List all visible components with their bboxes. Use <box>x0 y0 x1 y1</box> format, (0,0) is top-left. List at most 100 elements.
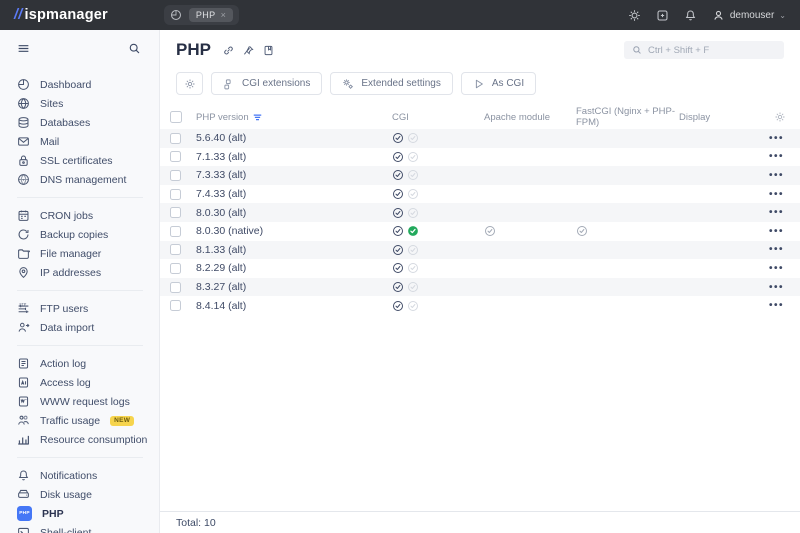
new-window-icon[interactable] <box>656 9 669 22</box>
sidebar-item-notifications[interactable]: Notifications <box>17 466 149 485</box>
sidebar-item-access-log[interactable]: Access log <box>17 373 149 392</box>
sidebar-item-ftp-users[interactable]: FTPFTP users <box>17 299 149 318</box>
user-menu[interactable]: demouser ⌄ <box>712 9 786 22</box>
fastcgi-check-icon <box>576 225 588 237</box>
select-all-checkbox[interactable] <box>170 111 182 123</box>
tab-php[interactable]: PHP × <box>189 8 233 22</box>
sidebar-item-label: FTP users <box>40 303 88 315</box>
cgi-cell <box>392 244 484 256</box>
tab-php-label: PHP <box>196 10 216 20</box>
sidebar-item-cron-jobs[interactable]: CRON jobs <box>17 206 149 225</box>
row-actions-ellipsis[interactable]: ••• <box>769 282 786 293</box>
menu-hamburger-icon[interactable] <box>17 42 30 55</box>
cgi-cell <box>392 300 484 312</box>
row-checkbox[interactable] <box>170 189 181 200</box>
row-checkbox[interactable] <box>170 207 181 218</box>
sidebar-item-label: File manager <box>40 248 101 260</box>
table-row[interactable]: 8.4.14 (alt)••• <box>160 296 800 315</box>
row-checkbox[interactable] <box>170 133 181 144</box>
sidebar-item-shell-client[interactable]: Shell-client <box>17 523 149 533</box>
sidebar-item-dns-management[interactable]: •DNS management <box>17 170 149 189</box>
extended-settings-label: Extended settings <box>361 78 441 89</box>
search-input[interactable] <box>648 45 776 56</box>
cgi-enabled-icon <box>392 188 404 200</box>
row-actions-ellipsis[interactable]: ••• <box>769 133 786 144</box>
sidebar-item-traffic-usage[interactable]: Traffic usageNEW <box>17 411 149 430</box>
notifications-icon <box>17 469 30 482</box>
table-row[interactable]: 7.4.33 (alt)••• <box>160 185 800 204</box>
traffic-icon <box>17 414 30 427</box>
sort-icon[interactable] <box>253 113 262 122</box>
sidebar-divider <box>17 290 143 291</box>
sidebar-item-action-log[interactable]: Action log <box>17 354 149 373</box>
tab-close-icon[interactable]: × <box>221 11 227 20</box>
notifications-bell-icon[interactable] <box>684 9 697 22</box>
sidebar-item-disk-usage[interactable]: Disk usage <box>17 485 149 504</box>
table-row[interactable]: 8.3.27 (alt)••• <box>160 278 800 297</box>
row-actions-ellipsis[interactable]: ••• <box>769 151 786 162</box>
table-row[interactable]: 7.3.33 (alt)••• <box>160 166 800 185</box>
table-settings-gear-icon[interactable] <box>774 111 786 123</box>
row-checkbox[interactable] <box>170 226 181 237</box>
pin-icon[interactable] <box>243 45 254 56</box>
sidebar-item-label: Databases <box>40 117 90 129</box>
table-row[interactable]: 8.0.30 (native)••• <box>160 222 800 241</box>
sidebar-item-file-manager[interactable]: File manager <box>17 244 149 263</box>
sidebar-item-label: Sites <box>40 98 63 110</box>
row-checkbox[interactable] <box>170 282 181 293</box>
extended-settings-button[interactable]: Extended settings <box>330 72 453 95</box>
sidebar-item-resource-consumption[interactable]: Resource consumption <box>17 430 149 449</box>
table-row[interactable]: 8.1.33 (alt)••• <box>160 241 800 260</box>
row-checkbox[interactable] <box>170 263 181 274</box>
sidebar-item-backup-copies[interactable]: Backup copies <box>17 225 149 244</box>
disk-usage-icon <box>17 488 30 501</box>
row-checkbox[interactable] <box>170 244 181 255</box>
row-checkbox[interactable] <box>170 151 181 162</box>
sidebar-item-label: CRON jobs <box>40 210 93 222</box>
row-actions-ellipsis[interactable]: ••• <box>769 189 786 200</box>
access-log-icon <box>17 376 30 389</box>
new-badge: NEW <box>110 416 134 426</box>
copy-link-icon[interactable] <box>223 45 234 56</box>
sidebar-item-mail[interactable]: Mail <box>17 132 149 151</box>
sidebar-divider <box>17 345 143 346</box>
docs-icon[interactable] <box>263 45 274 56</box>
global-search[interactable] <box>624 41 784 59</box>
theme-icon[interactable] <box>628 9 641 22</box>
sidebar-item-data-import[interactable]: Data import <box>17 318 149 337</box>
sidebar-item-dashboard[interactable]: Dashboard <box>17 75 149 94</box>
row-actions-ellipsis[interactable]: ••• <box>769 170 786 181</box>
column-php-version[interactable]: PHP version <box>196 112 392 123</box>
double-gear-icon <box>342 78 354 90</box>
row-actions-ellipsis[interactable]: ••• <box>769 226 786 237</box>
row-checkbox[interactable] <box>170 300 181 311</box>
dashboard-tab-icon[interactable] <box>170 9 182 21</box>
cgi-cell <box>392 132 484 144</box>
row-actions-ellipsis[interactable]: ••• <box>769 263 786 274</box>
row-actions-ellipsis[interactable]: ••• <box>769 244 786 255</box>
table-row[interactable]: 8.0.30 (alt)••• <box>160 203 800 222</box>
as-cgi-button[interactable]: As CGI <box>461 72 536 95</box>
row-checkbox[interactable] <box>170 170 181 181</box>
sidebar-item-ssl-certificates[interactable]: SSL certificates <box>17 151 149 170</box>
table-row[interactable]: 5.6.40 (alt)••• <box>160 129 800 148</box>
sites-icon <box>17 97 30 110</box>
cgi-enabled-icon <box>392 132 404 144</box>
cgi-cell <box>392 262 484 274</box>
sidebar-search-icon[interactable] <box>128 42 141 55</box>
settings-button[interactable] <box>176 72 203 95</box>
sidebar-item-www-request-logs[interactable]: WWW request logs <box>17 392 149 411</box>
sidebar-nav: Dashboard Sites Databases MailSSL certifica… <box>0 75 159 533</box>
sidebar-item-ip-addresses[interactable]: IP addresses <box>17 263 149 282</box>
row-actions-ellipsis[interactable]: ••• <box>769 300 786 311</box>
php-version-cell: 7.1.33 (alt) <box>196 151 392 163</box>
table-row[interactable]: 8.2.29 (alt)••• <box>160 259 800 278</box>
row-actions-ellipsis[interactable]: ••• <box>769 207 786 218</box>
sidebar-item-sites[interactable]: Sites <box>17 94 149 113</box>
sidebar-item-databases[interactable]: Databases <box>17 113 149 132</box>
sidebar-item-php[interactable]: PHPPHP <box>17 504 149 523</box>
cgi-cell <box>392 188 484 200</box>
sidebar-item-label: Backup copies <box>40 229 108 241</box>
cgi-extensions-button[interactable]: CGI extensions <box>211 72 322 95</box>
table-row[interactable]: 7.1.33 (alt) ••• <box>160 148 800 167</box>
